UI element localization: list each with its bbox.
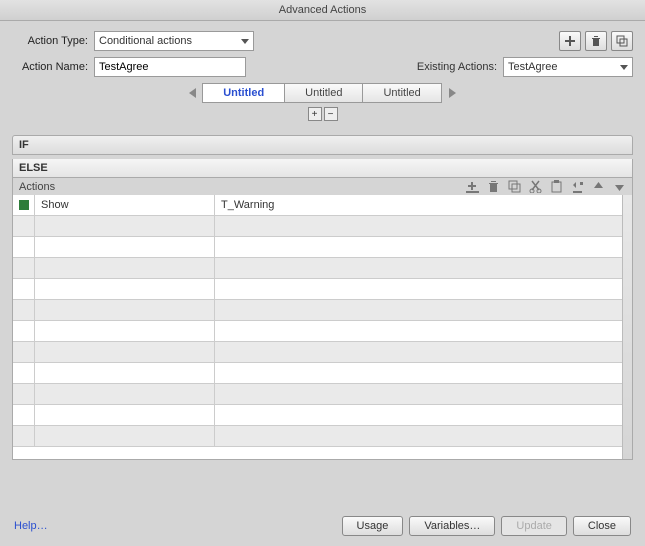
table-row[interactable] [13,321,632,342]
row-target-cell[interactable] [215,321,632,341]
row-marker [13,363,35,383]
table-row[interactable] [13,237,632,258]
row-target-cell[interactable]: T_Warning [215,195,632,215]
row-target-cell[interactable] [215,258,632,278]
row-target-cell[interactable] [215,216,632,236]
table-row[interactable] [13,258,632,279]
row-action-cell[interactable] [35,321,215,341]
row-action-cell[interactable] [35,237,215,257]
copy-row-icon[interactable] [508,180,521,193]
help-link[interactable]: Help… [14,520,48,532]
top-panel: Action Type: Conditional actions Action … [0,21,645,131]
action-name-label: Action Name: [12,61,94,73]
else-section-header[interactable]: ELSE [12,159,633,178]
decision-tab-1[interactable]: Untitled [284,83,363,103]
row-action-cell[interactable] [35,279,215,299]
row-action-cell[interactable] [35,384,215,404]
table-row[interactable]: ShowT_Warning [13,195,632,216]
move-up-icon[interactable] [592,180,605,193]
row-target-cell[interactable] [215,384,632,404]
row-marker [13,216,35,236]
row-target-cell[interactable] [215,363,632,383]
chevron-down-icon [620,65,628,70]
row-marker [13,237,35,257]
table-row[interactable] [13,300,632,321]
move-down-icon[interactable] [613,180,626,193]
remove-tab-button[interactable]: − [324,107,338,121]
row-action-cell[interactable] [35,258,215,278]
row-marker [13,300,35,320]
row-marker [13,321,35,341]
row-target-cell[interactable] [215,405,632,425]
add-action-button[interactable] [559,31,581,51]
row-target-cell[interactable] [215,300,632,320]
row-marker [13,195,35,215]
existing-actions-dropdown[interactable]: TestAgree [503,57,633,77]
footer: Help… Usage Variables… Update Close [0,506,645,546]
tabs-next-icon[interactable] [445,86,459,100]
existing-actions-label: Existing Actions: [417,61,503,73]
decision-tab-0[interactable]: Untitled [202,83,285,103]
delete-row-icon[interactable] [487,180,500,193]
usage-button[interactable]: Usage [342,516,404,536]
row-action-cell[interactable] [35,363,215,383]
row-marker [13,342,35,362]
insert-row-icon[interactable] [571,180,584,193]
decision-tab-2[interactable]: Untitled [362,83,441,103]
table-row[interactable] [13,363,632,384]
row-target-cell[interactable] [215,426,632,446]
chevron-down-icon [241,39,249,44]
close-button[interactable]: Close [573,516,631,536]
row-marker [13,279,35,299]
existing-actions-value: TestAgree [508,61,558,73]
actions-label: Actions [19,181,55,193]
tabs-prev-icon[interactable] [186,86,200,100]
actions-grid: ShowT_Warning [12,195,633,460]
row-action-cell[interactable] [35,426,215,446]
row-action-cell[interactable] [35,300,215,320]
table-row[interactable] [13,216,632,237]
duplicate-action-button[interactable] [611,31,633,51]
row-target-cell[interactable] [215,279,632,299]
row-marker [13,405,35,425]
decision-tabs: UntitledUntitledUntitled [12,83,633,103]
row-marker [13,258,35,278]
row-marker [13,426,35,446]
actions-bar: Actions [12,178,633,195]
if-section-header[interactable]: IF [12,135,633,155]
row-target-cell[interactable] [215,342,632,362]
table-row[interactable] [13,384,632,405]
row-action-cell[interactable] [35,216,215,236]
grid-scrollbar[interactable] [622,195,632,459]
window-title: Advanced Actions [0,0,645,21]
row-target-cell[interactable] [215,237,632,257]
table-row[interactable] [13,405,632,426]
row-action-cell[interactable] [35,405,215,425]
action-name-input[interactable] [94,57,246,77]
row-action-cell[interactable] [35,342,215,362]
add-tab-button[interactable]: + [308,107,322,121]
paste-row-icon[interactable] [550,180,563,193]
table-row[interactable] [13,426,632,447]
action-type-label: Action Type: [12,35,94,47]
cut-row-icon[interactable] [529,180,542,193]
variables-button[interactable]: Variables… [409,516,495,536]
table-row[interactable] [13,279,632,300]
add-row-icon[interactable] [466,180,479,193]
row-marker [13,384,35,404]
delete-action-button[interactable] [585,31,607,51]
action-type-dropdown[interactable]: Conditional actions [94,31,254,51]
update-button: Update [501,516,566,536]
action-type-value: Conditional actions [99,35,192,47]
row-action-cell[interactable]: Show [35,195,215,215]
table-row[interactable] [13,342,632,363]
